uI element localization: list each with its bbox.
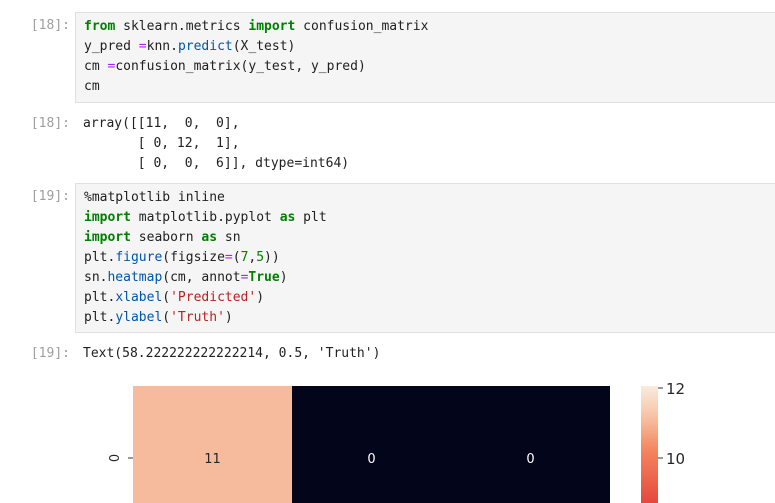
code-token: (X_test) xyxy=(232,39,296,54)
code-line: plt.ylabel('Truth') xyxy=(84,308,775,328)
code-line: sn.heatmap(cm, annot=True) xyxy=(84,268,775,288)
code-line: import seaborn as sn xyxy=(84,228,775,248)
code-token: cm xyxy=(84,79,100,94)
output-line: Text(58.222222222222214, 0.5, 'Truth') xyxy=(83,346,381,361)
heatmap-cell xyxy=(451,386,610,503)
code-token: ( xyxy=(162,310,171,325)
code-line: import matplotlib.pyplot as plt xyxy=(84,208,775,228)
code-token: y_pred xyxy=(84,39,139,54)
code-token: )) xyxy=(264,250,280,265)
code-token: 5 xyxy=(256,250,265,265)
code-token: matplotlib.pyplot xyxy=(138,210,280,225)
output-line: array([[11, 0, 0], xyxy=(83,116,240,131)
code-token: sklearn.metrics xyxy=(123,19,249,34)
cell-annotation: 0 xyxy=(367,452,375,467)
prompt-in-19: [19]: xyxy=(30,189,70,204)
output-18: array([[11, 0, 0], [ 0, 12, 1], [ 0, 0, … xyxy=(83,114,349,174)
code-token: sn. xyxy=(84,270,108,285)
code-token: xlabel xyxy=(115,290,163,305)
colorbar-tick-label: 12 xyxy=(666,380,685,398)
code-token: (figsize xyxy=(162,250,225,265)
code-line: from sklearn.metrics import confusion_ma… xyxy=(84,17,775,37)
code-line: y_pred =knn.predict(X_test) xyxy=(84,37,775,57)
output-19: Text(58.222222222222214, 0.5, 'Truth') xyxy=(83,344,380,364)
code-token: True xyxy=(248,270,280,285)
code-token: %matplotlib inline xyxy=(84,190,225,205)
code-token: ylabel xyxy=(115,310,163,325)
heatmap-cell xyxy=(133,386,292,503)
code-token: = xyxy=(224,250,233,265)
code-token: import xyxy=(84,230,139,245)
output-line: [ 0, 0, 6]], dtype=int64) xyxy=(83,156,350,171)
code-token: seaborn xyxy=(138,230,202,245)
code-token: predict xyxy=(177,39,233,54)
code-token: cm xyxy=(84,59,108,74)
code-token: as xyxy=(279,210,304,225)
code-token: 'Truth' xyxy=(170,310,225,325)
code-token: plt. xyxy=(84,290,116,305)
code-token: ( xyxy=(162,290,171,305)
y-tick-label: 0 xyxy=(108,454,123,462)
code-token: figure xyxy=(115,250,163,265)
code-token: import xyxy=(84,210,139,225)
code-token: confusion_matrix(y_test, y_pred) xyxy=(115,59,366,74)
code-token: 'Predicted' xyxy=(170,290,257,305)
code-token: as xyxy=(201,230,225,245)
code-cell-19[interactable]: %matplotlib inline import matplotlib.pypl… xyxy=(75,183,775,333)
cell-annotation: 0 xyxy=(526,452,534,467)
code-token: confusion_matrix xyxy=(303,19,429,34)
code-line: cm =confusion_matrix(y_test, y_pred) xyxy=(84,57,775,77)
code-line: plt.xlabel('Predicted') xyxy=(84,288,775,308)
heatmap-figure: 11 0 0 0 12 10 xyxy=(108,380,685,503)
colorbar-tick-label: 10 xyxy=(666,450,685,468)
code-token: knn. xyxy=(146,39,178,54)
code-token: from xyxy=(84,19,124,34)
code-token: ) xyxy=(256,290,265,305)
code-cell-18[interactable]: from sklearn.metrics import confusion_ma… xyxy=(75,12,775,103)
code-line: cm xyxy=(84,77,775,97)
prompt-out-19: [19]: xyxy=(30,346,70,361)
colorbar xyxy=(641,386,658,503)
code-token: heatmap xyxy=(107,270,163,285)
output-line: [ 0, 12, 1], xyxy=(83,136,240,151)
code-token: plt xyxy=(303,210,327,225)
code-token: (cm, annot xyxy=(162,270,241,285)
code-token: import xyxy=(248,19,304,34)
prompt-in-18: [18]: xyxy=(30,18,70,33)
code-line: %matplotlib inline xyxy=(84,188,775,208)
code-token: ( xyxy=(232,250,241,265)
code-token: = xyxy=(138,39,147,54)
cell-annotation: 11 xyxy=(204,452,221,467)
code-token: plt. xyxy=(84,310,116,325)
code-token: plt. xyxy=(84,250,116,265)
heatmap-cell xyxy=(292,386,451,503)
code-line: plt.figure(figsize=(7,5)) xyxy=(84,248,775,268)
code-token: sn xyxy=(224,230,241,245)
prompt-out-18: [18]: xyxy=(30,116,70,131)
code-token: ) xyxy=(224,310,233,325)
code-token: ) xyxy=(279,270,288,285)
